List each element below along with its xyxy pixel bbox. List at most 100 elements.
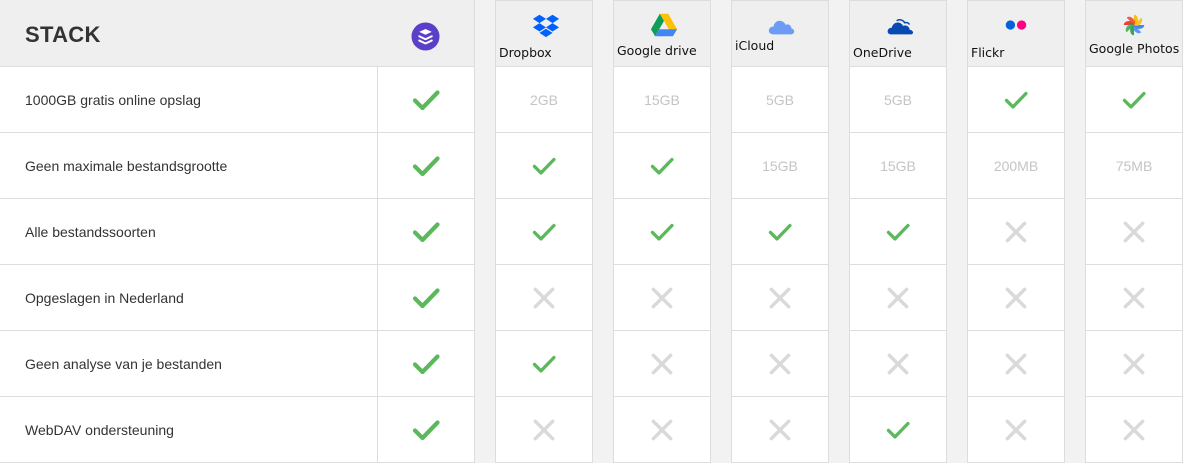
provider-cell [614,397,710,463]
provider-header: OneDrive [850,1,946,67]
feature-label: Opgeslagen in Nederland [25,290,184,306]
provider-header: Dropbox [496,1,592,67]
provider-cell [1086,199,1182,265]
provider-cell [968,265,1064,331]
comparison-table: STACK 1000GB gratis online opslag Geen ma… [0,0,1183,463]
stack-cell [378,133,474,199]
provider-column: Dropbox 2GB [495,0,593,463]
check-icon [412,420,440,441]
cross-icon [1005,353,1027,374]
check-icon [412,288,440,309]
icloud-icon [768,20,795,35]
cross-icon [769,353,791,374]
check-icon [532,157,556,175]
provider-cell [968,199,1064,265]
limit-value: 5GB [765,91,794,108]
google-photos-icon [1123,14,1145,36]
check-icon [886,223,910,241]
provider-cell [732,265,828,331]
limit-value: 200MB [993,157,1039,174]
provider-cell [614,331,710,397]
provider-cell [614,265,710,331]
cross-icon [769,287,791,308]
provider-column: Flickr 200MB [967,0,1065,463]
provider-column: Google Photos 75MB [1085,0,1183,463]
feature-label: 1000GB gratis online opslag [25,92,201,108]
provider-cell [1086,331,1182,397]
feature-row: Geen analyse van je bestanden [0,331,474,397]
cross-icon [769,419,791,440]
provider-name: Google Photos [1089,41,1180,56]
provider-column: iCloud 5GB 15GB [731,0,829,463]
cross-icon [1123,287,1145,308]
provider-cell [496,199,592,265]
cross-icon [533,287,555,308]
stack-cell [378,397,474,463]
check-icon [650,223,674,241]
stack-header: STACK [0,0,474,67]
stack-cell [378,265,474,331]
feature-row: Opgeslagen in Nederland [0,265,474,331]
provider-cell [732,397,828,463]
provider-cell [968,397,1064,463]
provider-header: Google Photos [1086,1,1182,67]
provider-cell [850,397,946,463]
provider-column: OneDrive 5GB 15GB [849,0,947,463]
provider-cell [1086,265,1182,331]
cross-icon [1005,419,1027,440]
provider-name: Dropbox [499,45,552,60]
provider-cell [850,331,946,397]
provider-name: Google drive [617,43,697,58]
dropbox-icon [532,14,560,38]
provider-header: Flickr [968,1,1064,67]
feature-label: Geen analyse van je bestanden [25,356,222,372]
stack-logo-icon [411,22,440,51]
cross-icon [1123,353,1145,374]
limit-value: 15GB [644,91,680,108]
provider-name: iCloud [735,38,775,53]
cross-icon [887,287,909,308]
check-icon [532,355,556,373]
limit-value: 5GB [883,91,912,108]
provider-cell [496,265,592,331]
check-icon [412,354,440,375]
feature-row: Alle bestandssoorten [0,199,474,265]
provider-cell: 2GB [496,67,592,133]
check-icon [412,90,440,111]
provider-cell [732,331,828,397]
provider-column: Google drive 15GB [613,0,711,463]
cross-icon [651,287,673,308]
stack-panel: STACK 1000GB gratis online opslag Geen ma… [0,0,475,463]
limit-value: 15GB [880,157,916,174]
page-title: STACK [25,22,101,47]
provider-cell: 15GB [850,133,946,199]
provider-cell [968,331,1064,397]
provider-cell [496,133,592,199]
check-icon [412,222,440,243]
provider-name: Flickr [971,45,1005,60]
check-icon [650,157,674,175]
provider-cell: 15GB [614,67,710,133]
provider-cell [1086,397,1182,463]
provider-cell: 5GB [732,67,828,133]
feature-label: WebDAV ondersteuning [25,422,174,438]
google-drive-icon [650,13,678,37]
provider-cell: 5GB [850,67,946,133]
cross-icon [533,419,555,440]
stack-cell [378,199,474,265]
feature-row: 1000GB gratis online opslag [0,67,474,133]
provider-cell [732,199,828,265]
provider-cell [496,397,592,463]
check-icon [412,156,440,177]
provider-cell [968,67,1064,133]
check-icon [768,223,792,241]
stack-cell [378,67,474,133]
provider-cell [850,199,946,265]
provider-header: iCloud [732,1,828,67]
provider-cell [614,199,710,265]
provider-name: OneDrive [853,45,912,60]
feature-label: Geen maximale bestandsgrootte [25,158,228,174]
onedrive-icon [887,19,914,35]
provider-cell: 75MB [1086,133,1182,199]
provider-cell [496,331,592,397]
